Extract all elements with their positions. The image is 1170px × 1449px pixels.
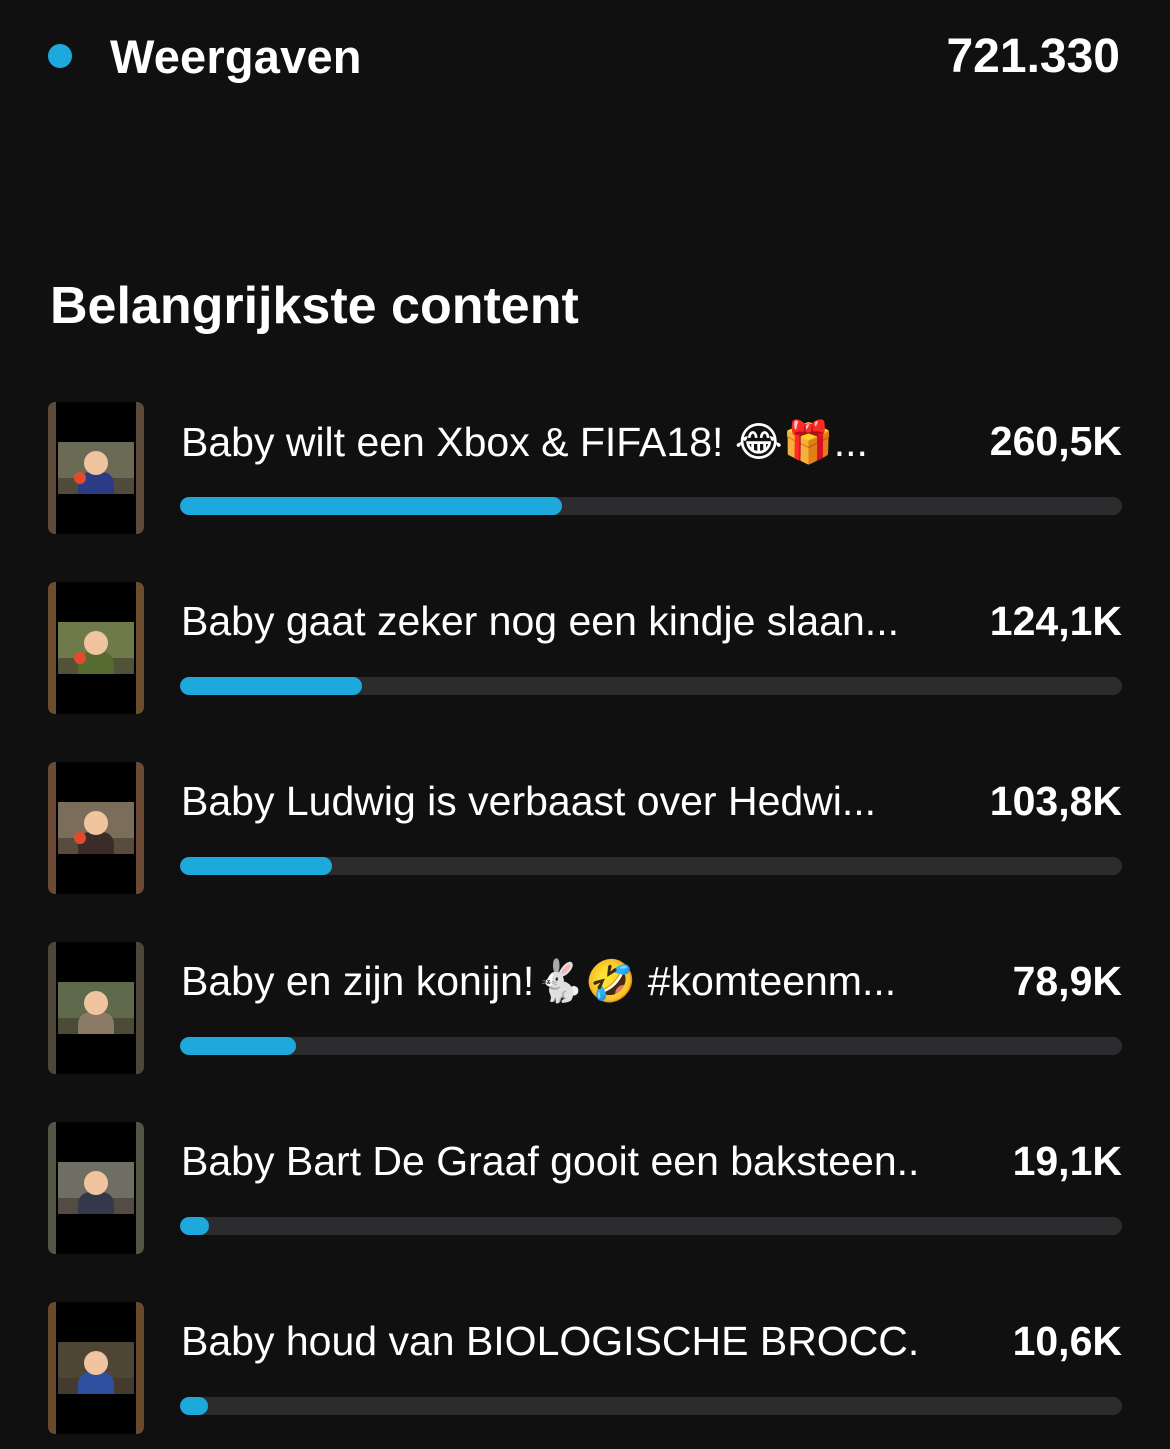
content-item[interactable]: Baby Ludwig is verbaast over Hedwi... 103… xyxy=(48,762,1122,942)
content-item[interactable]: Baby Bart De Graaf gooit een baksteen...… xyxy=(48,1122,1122,1302)
progress-fill xyxy=(180,1037,296,1055)
thumbnail-image xyxy=(58,982,134,1034)
views-legend-dot xyxy=(48,44,72,68)
progress-track xyxy=(180,1397,1122,1415)
content-views: 19,1K xyxy=(1012,1138,1122,1184)
content-title: Baby en zijn konijn!🐇🤣 #komteenm... xyxy=(181,958,897,1004)
content-item[interactable]: Baby wilt een Xbox & FIFA18! 😂🎁... 260,5K xyxy=(48,402,1122,582)
progress-fill xyxy=(180,1397,208,1415)
progress-fill xyxy=(180,857,332,875)
section-title: Belangrijkste content xyxy=(50,277,579,335)
content-title: Baby Bart De Graaf gooit een baksteen... xyxy=(181,1138,921,1184)
progress-track xyxy=(180,1037,1122,1055)
video-thumbnail[interactable] xyxy=(48,762,144,894)
content-item[interactable]: Baby en zijn konijn!🐇🤣 #komteenm... 78,9K xyxy=(48,942,1122,1122)
video-thumbnail[interactable] xyxy=(48,1302,144,1434)
content-views: 78,9K xyxy=(1012,958,1122,1004)
content-item[interactable]: Baby gaat zeker nog een kindje slaan... 1… xyxy=(48,582,1122,762)
content-views: 124,1K xyxy=(989,598,1122,644)
analytics-screen: Weergaven 721.330 Belangrijkste content … xyxy=(0,0,1170,1449)
thumbnail-image xyxy=(58,1162,134,1214)
progress-track xyxy=(180,1217,1122,1235)
content-title: Baby wilt een Xbox & FIFA18! 😂🎁... xyxy=(181,419,868,465)
content-item[interactable]: Baby houd van BIOLOGISCHE BROCC... 10,6K xyxy=(48,1302,1122,1449)
progress-fill xyxy=(180,497,562,515)
views-value: 721.330 xyxy=(946,29,1120,83)
thumbnail-image xyxy=(58,442,134,494)
video-thumbnail[interactable] xyxy=(48,942,144,1074)
video-thumbnail[interactable] xyxy=(48,1122,144,1254)
progress-fill xyxy=(180,1217,209,1235)
video-thumbnail[interactable] xyxy=(48,582,144,714)
top-content-list: Baby wilt een Xbox & FIFA18! 😂🎁... 260,5K… xyxy=(48,402,1122,1449)
views-label: Weergaven xyxy=(110,29,362,83)
content-title: Baby gaat zeker nog een kindje slaan... xyxy=(181,598,899,644)
progress-track xyxy=(180,497,1122,515)
thumbnail-image xyxy=(58,622,134,674)
content-views: 260,5K xyxy=(989,418,1122,464)
content-title: Baby Ludwig is verbaast over Hedwi... xyxy=(181,778,877,824)
thumbnail-image xyxy=(58,802,134,854)
thumbnail-image xyxy=(58,1342,134,1394)
video-thumbnail[interactable] xyxy=(48,402,144,534)
progress-fill xyxy=(180,677,362,695)
progress-track xyxy=(180,677,1122,695)
content-views: 10,6K xyxy=(1012,1318,1122,1364)
views-metric[interactable]: Weergaven 721.330 xyxy=(48,26,1120,86)
progress-track xyxy=(180,857,1122,875)
content-title: Baby houd van BIOLOGISCHE BROCC... xyxy=(181,1318,921,1364)
content-views: 103,8K xyxy=(989,778,1122,824)
